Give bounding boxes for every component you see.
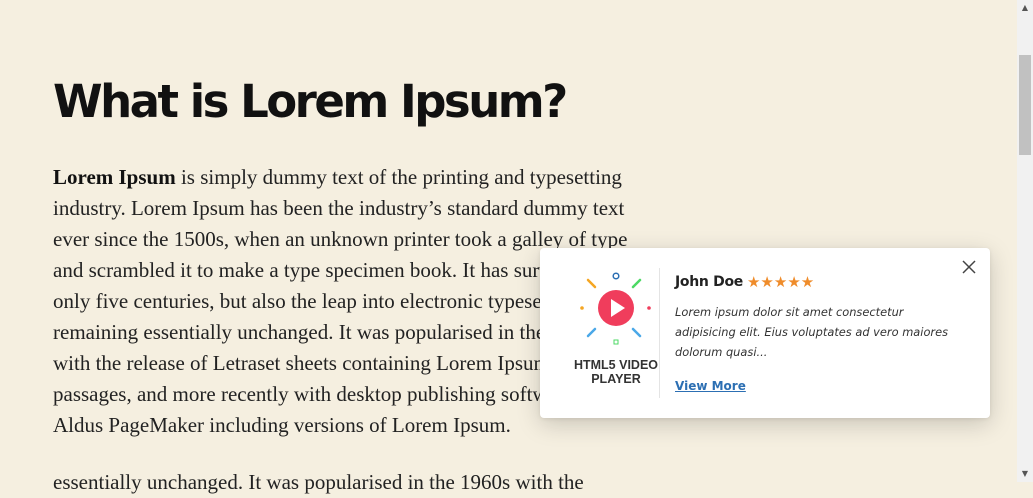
page-title: What is Lorem Ipsum? [53,75,568,128]
scroll-down-icon[interactable]: ▼ [1017,466,1033,482]
reviewer-name: John Doe [675,274,743,290]
video-player-logo-icon [580,272,651,345]
scroll-up-icon[interactable]: ▲ [1017,0,1033,16]
divider [659,268,660,398]
product-logo: HTML5 VIDEO PLAYER [568,268,664,398]
reviewer-row: John Doe ★★★★★ [675,270,965,294]
article-paragraph-2: essentially unchanged. It was popularise… [53,470,584,494]
lead-term: Lorem Ipsum [53,165,176,189]
notification-popup: HTML5 VIDEO PLAYER John Doe ★★★★★ Lorem … [540,248,990,418]
view-more-link[interactable]: View More [675,379,746,393]
close-icon[interactable] [960,258,978,276]
page-scrollbar[interactable]: ▲ ▼ [1017,0,1033,482]
popup-content: John Doe ★★★★★ Lorem ipsum dolor sit ame… [675,270,965,395]
logo-caption: HTML5 VIDEO PLAYER [573,358,659,386]
star-rating: ★★★★★ [746,273,815,291]
article: What is Lorem Ipsum? Lorem Ipsum is simp… [53,70,633,494]
review-text: Lorem ipsum dolor sit amet consectetur a… [675,305,949,359]
scroll-thumb[interactable] [1019,55,1031,155]
